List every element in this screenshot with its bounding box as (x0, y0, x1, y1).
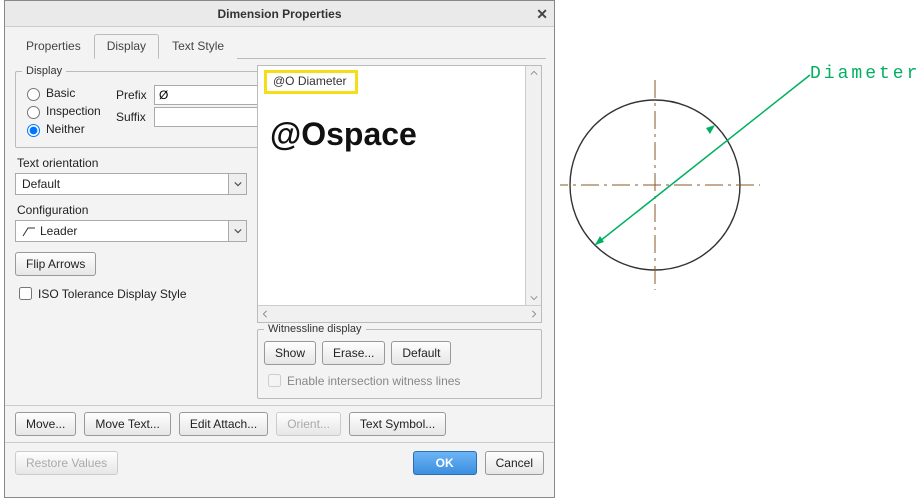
radio-basic-input[interactable] (27, 88, 40, 101)
text-orientation-label: Text orientation (17, 156, 247, 170)
radio-inspection[interactable]: Inspection (22, 103, 116, 119)
configuration-value: Leader (16, 224, 228, 238)
leader-icon (22, 225, 36, 237)
dimension-properties-dialog: Dimension Properties ✕ Properties Displa… (4, 0, 555, 498)
right-column: @O Diameter @Ospace (253, 59, 546, 405)
scroll-track[interactable] (526, 80, 541, 291)
preview-big-text: @Ospace (270, 116, 535, 153)
title-bar: Dimension Properties ✕ (5, 1, 554, 27)
tab-properties[interactable]: Properties (13, 34, 94, 59)
erase-button[interactable]: Erase... (322, 341, 385, 365)
vertical-scrollbar[interactable] (525, 66, 541, 305)
prefix-label: Prefix (116, 88, 154, 102)
scroll-up-icon[interactable] (526, 66, 541, 80)
left-column: Display Basic Inspection (13, 59, 253, 405)
text-symbol-button[interactable]: Text Symbol... (349, 412, 446, 436)
restore-values-button[interactable]: Restore Values (15, 451, 118, 475)
witnessline-group: Witnessline display Show Erase... Defaul… (257, 323, 542, 399)
text-orientation-combo[interactable]: Default (15, 173, 247, 195)
scroll-left-icon[interactable] (258, 310, 272, 318)
display-legend: Display (22, 65, 66, 77)
scroll-right-icon[interactable] (527, 310, 541, 318)
preview-panel: @O Diameter @Ospace (257, 65, 542, 323)
chevron-down-icon[interactable] (228, 221, 246, 241)
move-button[interactable]: Move... (15, 412, 76, 436)
default-button[interactable]: Default (391, 341, 451, 365)
arrowhead-icon (706, 125, 715, 134)
ok-button[interactable]: OK (413, 451, 477, 475)
configuration-combo[interactable]: Leader (15, 220, 247, 242)
cad-drawing (560, 50, 910, 350)
iso-tolerance-checkbox[interactable]: ISO Tolerance Display Style (15, 284, 247, 303)
flip-arrows-button[interactable]: Flip Arrows (15, 252, 96, 276)
preview-highlight: @O Diameter (264, 70, 358, 94)
chevron-down-icon[interactable] (228, 174, 246, 194)
radio-basic[interactable]: Basic (22, 85, 116, 101)
tab-strip: Properties Display Text Style (13, 33, 546, 59)
cancel-button[interactable]: Cancel (485, 451, 544, 475)
enable-intersection-checkbox: Enable intersection witness lines (264, 371, 535, 390)
arrowhead-icon (595, 236, 604, 245)
text-orientation-value: Default (16, 177, 228, 191)
suffix-label: Suffix (116, 110, 154, 124)
radio-neither[interactable]: Neither (22, 121, 116, 137)
diameter-dimension-label: Diameter (810, 64, 917, 84)
edit-attach-button[interactable]: Edit Attach... (179, 412, 268, 436)
dialog-title: Dimension Properties (217, 7, 341, 21)
close-icon[interactable]: ✕ (536, 1, 548, 27)
radio-inspection-input[interactable] (27, 106, 40, 119)
orient-button[interactable]: Orient... (276, 412, 341, 436)
radio-neither-input[interactable] (27, 124, 40, 137)
horizontal-scrollbar[interactable] (258, 306, 541, 322)
iso-tolerance-input[interactable] (19, 287, 32, 300)
preview-body: @O Diameter @Ospace (258, 66, 541, 306)
show-button[interactable]: Show (264, 341, 316, 365)
move-text-button[interactable]: Move Text... (84, 412, 170, 436)
action-button-row: Move... Move Text... Edit Attach... Orie… (5, 405, 554, 442)
configuration-label: Configuration (17, 203, 247, 217)
scroll-down-icon[interactable] (526, 291, 541, 305)
tab-text-style[interactable]: Text Style (159, 34, 237, 59)
witnessline-legend: Witnessline display (264, 323, 366, 335)
enable-intersection-input (268, 374, 281, 387)
dialog-button-row: Restore Values OK Cancel (5, 442, 554, 483)
tab-display[interactable]: Display (94, 34, 159, 59)
diameter-leader (595, 75, 810, 245)
